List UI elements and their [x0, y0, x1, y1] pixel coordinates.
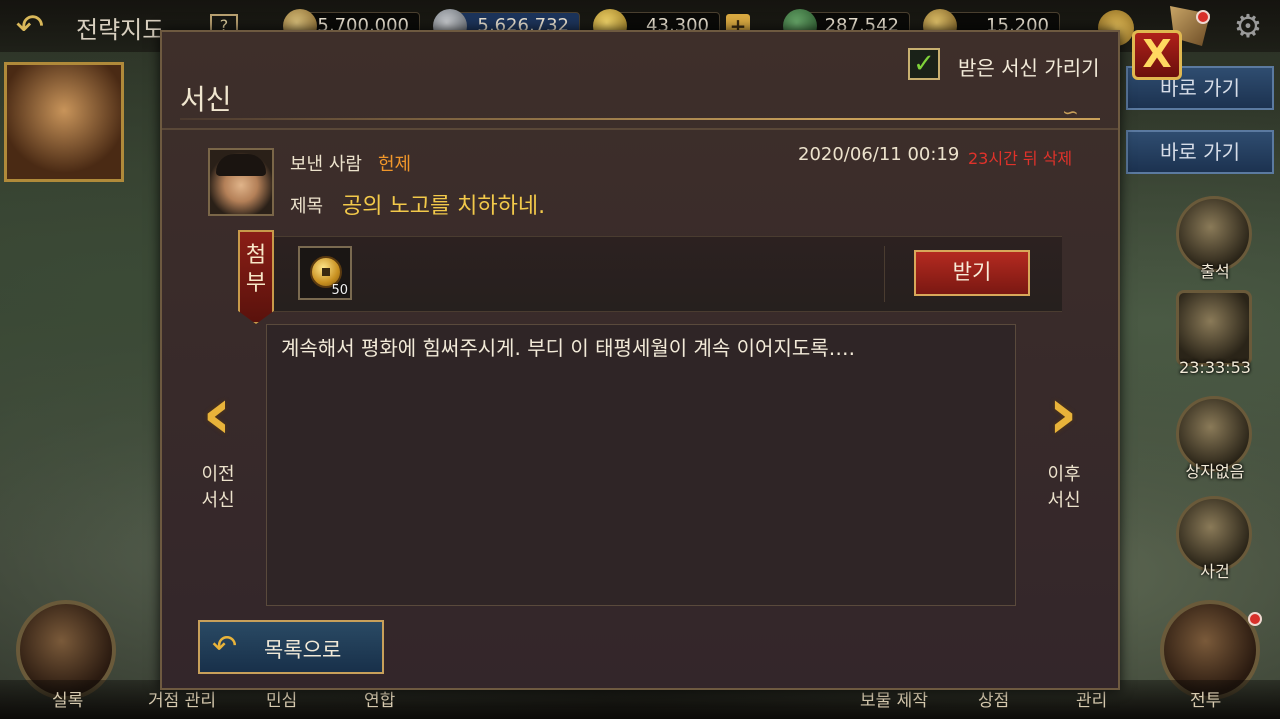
letter-body: 계속해서 평화에 힘써주시게. 부디 이 태평세월이 계속 이어지도록…. — [266, 324, 1016, 606]
attachment-separator — [884, 246, 885, 302]
hide-received-label[interactable]: 받은 서신 가리기 — [958, 52, 1100, 81]
notification-dot — [1196, 10, 1210, 24]
nav-records[interactable]: 실록 — [52, 686, 83, 711]
coin-hole — [322, 268, 330, 276]
screen-title: 전략지도 — [76, 17, 165, 44]
battle-notification-dot — [1248, 612, 1262, 626]
event-label: 사건 — [1200, 562, 1230, 581]
next-letter-label[interactable]: 이후 서신 — [1034, 462, 1094, 514]
close-button[interactable]: X — [1132, 30, 1182, 80]
no-box-label: 상자없음 — [1185, 462, 1245, 481]
title-divider — [180, 118, 1100, 120]
back-arrow-icon[interactable]: ↶ — [4, 8, 56, 46]
sender-label: 보낸 사람 — [290, 154, 362, 175]
next-letter-chevron-icon[interactable]: › — [1040, 377, 1086, 450]
nav-battle[interactable]: 전투 — [1190, 686, 1221, 711]
sender-portrait — [208, 148, 274, 216]
back-to-list-label: 목록으로 — [264, 638, 342, 662]
letter-dialog: ✓ 받은 서신 가리기 서신 ∽ 보낸 사람 헌제 제목 공의 노고를 치하하네… — [160, 30, 1120, 690]
hide-received-checkbox[interactable]: ✓ — [908, 48, 940, 80]
treasure-chest-icon[interactable] — [1176, 290, 1252, 366]
goto-button-2[interactable]: 바로 가기 — [1126, 130, 1274, 174]
expire-notice: 23시간 뒤 삭제 — [968, 149, 1073, 168]
sent-date: 2020/06/11 00:19 — [798, 144, 960, 165]
gear-icon[interactable]: ⚙ — [1230, 8, 1266, 44]
attendance-label: 출석 — [1200, 262, 1230, 281]
prev-letter-label[interactable]: 이전 서신 — [188, 462, 248, 514]
receive-button[interactable]: 받기 — [914, 250, 1030, 296]
prev-letter-chevron-icon[interactable]: ‹ — [194, 377, 240, 450]
subject-text: 공의 노고를 치하하네. — [342, 194, 546, 219]
chest-timer: 23:33:53 — [1179, 358, 1251, 377]
dialog-title: 서신 — [180, 83, 232, 116]
letter-text: 계속해서 평화에 힘써주시게. 부디 이 태평세월이 계속 이어지도록…. — [281, 336, 856, 360]
return-arrow-icon: ↶ — [212, 629, 238, 664]
back-to-list-button[interactable]: ↶ 목록으로 — [198, 620, 384, 674]
header-divider — [162, 128, 1118, 130]
flourish-ornament-icon: ∽ — [1062, 100, 1079, 124]
player-avatar[interactable] — [4, 62, 124, 182]
sender-name: 헌제 — [378, 154, 412, 175]
attachment-item[interactable]: 50 — [298, 246, 352, 300]
subject-label: 제목 — [290, 196, 324, 217]
attachment-ribbon: 첨부 — [238, 230, 274, 324]
portrait-hair — [216, 154, 266, 176]
attachment-quantity: 50 — [331, 283, 348, 298]
